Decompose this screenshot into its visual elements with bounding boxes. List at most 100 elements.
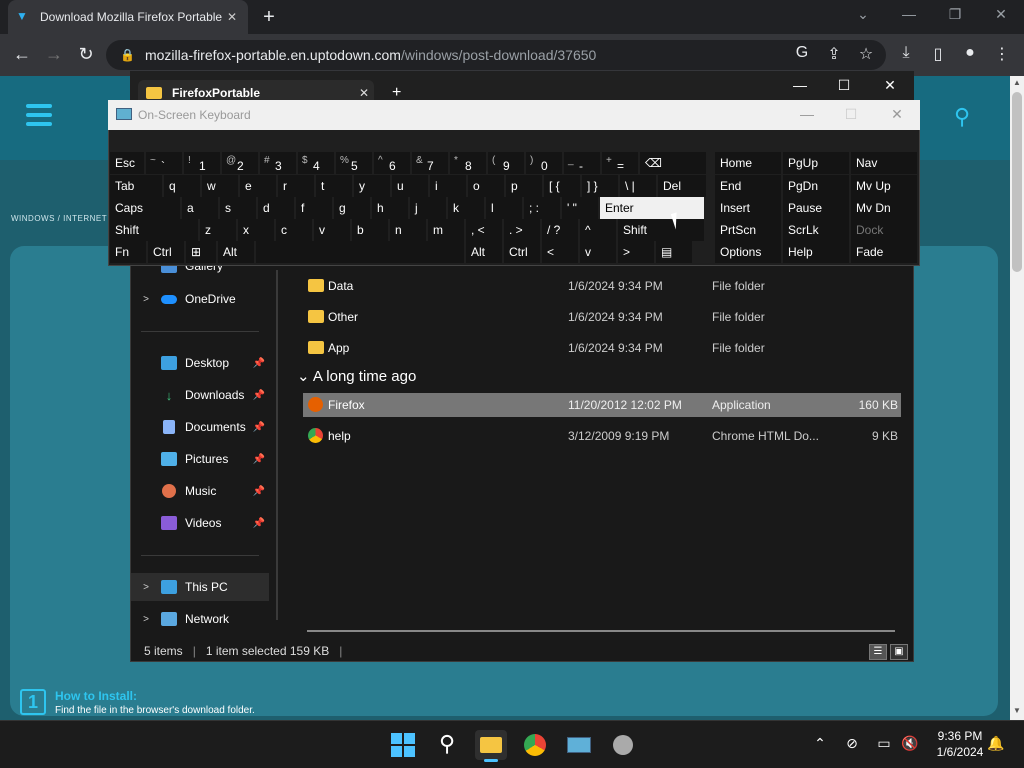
osk-key-nav-3-1[interactable]: ScrLk bbox=[783, 219, 849, 241]
nav-item-onedrive[interactable]: > OneDrive bbox=[131, 285, 269, 313]
pin-icon[interactable]: 📌 bbox=[249, 454, 269, 465]
chrome-taskbar-icon[interactable] bbox=[519, 730, 551, 760]
osk-key-row2-10[interactable]: p bbox=[506, 175, 542, 197]
osk-key-row3-1[interactable]: a bbox=[182, 197, 218, 219]
tiles-view-icon[interactable]: ▣ bbox=[890, 644, 908, 660]
osk-key-nav-4-2[interactable]: Fade bbox=[851, 241, 917, 263]
close-tab-icon[interactable]: ✕ bbox=[224, 10, 240, 24]
osk-key-row4-1[interactable]: z bbox=[200, 219, 236, 241]
osk-key-row1-10[interactable]: (9 bbox=[488, 152, 524, 174]
osk-key-row5-1[interactable]: Ctrl bbox=[148, 241, 184, 263]
osk-key-row5-4[interactable] bbox=[256, 241, 464, 263]
osk-key-row5-2[interactable]: ⊞ bbox=[186, 241, 216, 263]
close-window-button[interactable]: ✕ bbox=[986, 6, 1016, 23]
osk-key-row4-10[interactable]: / ? bbox=[542, 219, 578, 241]
forward-button[interactable]: → bbox=[42, 44, 66, 65]
osk-key-row4-4[interactable]: v bbox=[314, 219, 350, 241]
osk-key-row2-2[interactable]: w bbox=[202, 175, 238, 197]
osk-key-row3-9[interactable]: l bbox=[486, 197, 522, 219]
osk-key-row2-5[interactable]: t bbox=[316, 175, 352, 197]
explorer-minimize-button[interactable]: — bbox=[780, 77, 820, 93]
osk-key-row4-7[interactable]: m bbox=[428, 219, 464, 241]
osk-key-row2-9[interactable]: o bbox=[468, 175, 504, 197]
osk-key-nav-3-2[interactable]: Dock bbox=[851, 219, 917, 241]
file-row-help[interactable]: help 3/12/2009 9:19 PM Chrome HTML Do...… bbox=[303, 424, 901, 448]
share-icon[interactable]: ⇪ bbox=[822, 44, 846, 64]
explorer-maximize-button[interactable]: ☐ bbox=[824, 77, 864, 94]
file-explorer-taskbar-icon[interactable] bbox=[475, 730, 507, 762]
osk-key-row2-4[interactable]: r bbox=[278, 175, 314, 197]
show-hidden-icons-icon[interactable]: ⌃ bbox=[810, 735, 830, 752]
start-button[interactable] bbox=[387, 730, 419, 760]
close-explorer-tab-icon[interactable]: ✕ bbox=[354, 86, 374, 100]
osk-key-row5-5[interactable]: Alt bbox=[466, 241, 502, 263]
osk-key-row5-8[interactable]: v bbox=[580, 241, 616, 263]
osk-key-nav-3-0[interactable]: PrtScn bbox=[715, 219, 781, 241]
osk-key-row4-11[interactable]: ^ bbox=[580, 219, 616, 241]
downloads-icon[interactable]: ⤓ bbox=[894, 44, 918, 62]
osk-key-row4-12[interactable]: Shift bbox=[618, 219, 704, 241]
osk-key-row2-0[interactable]: Tab bbox=[110, 175, 162, 197]
nav-item-pictures[interactable]: Pictures 📌 bbox=[131, 445, 269, 473]
osk-key-row2-12[interactable]: ] } bbox=[582, 175, 618, 197]
profile-icon[interactable]: ● bbox=[958, 44, 982, 62]
osk-maximize-button[interactable]: ☐ bbox=[836, 106, 866, 123]
osk-key-row3-11[interactable]: ' " bbox=[562, 197, 598, 219]
back-button[interactable]: ← bbox=[10, 44, 34, 65]
osk-key-row1-0[interactable]: Esc bbox=[110, 152, 144, 174]
osk-key-row5-9[interactable]: > bbox=[618, 241, 654, 263]
horizontal-scrollbar[interactable] bbox=[307, 630, 895, 632]
osk-key-row1-2[interactable]: ! 1 bbox=[184, 152, 220, 174]
nav-item-network[interactable]: > Network bbox=[131, 605, 269, 633]
tab-search-icon[interactable]: ⌄ bbox=[848, 6, 878, 23]
osk-key-nav-2-1[interactable]: Pause bbox=[783, 197, 849, 219]
osk-key-row4-6[interactable]: n bbox=[390, 219, 426, 241]
osk-key-row4-0[interactable]: Shift bbox=[110, 219, 198, 241]
file-row-data[interactable]: Data 1/6/2024 9:34 PM File folder bbox=[303, 274, 901, 298]
browser-tab[interactable]: ▼ Download Mozilla Firefox Portable ✕ bbox=[8, 0, 248, 34]
site-search-icon[interactable]: ⚲ bbox=[954, 104, 970, 130]
nav-item-desktop[interactable]: Desktop 📌 bbox=[131, 349, 269, 377]
breadcrumb[interactable]: WINDOWS / INTERNET bbox=[11, 214, 107, 223]
osk-key-nav-1-0[interactable]: End bbox=[715, 175, 781, 197]
clock-date[interactable]: 1/6/2024 bbox=[932, 745, 988, 759]
osk-key-row2-1[interactable]: q bbox=[164, 175, 200, 197]
pin-icon[interactable]: 📌 bbox=[249, 422, 269, 433]
osk-key-row5-10[interactable]: ▤ bbox=[656, 241, 692, 263]
osk-key-row5-6[interactable]: Ctrl bbox=[504, 241, 540, 263]
osk-key-nav-2-0[interactable]: Insert bbox=[715, 197, 781, 219]
osk-key-row2-6[interactable]: y bbox=[354, 175, 390, 197]
osk-key-row2-7[interactable]: u bbox=[392, 175, 428, 197]
nav-item-music[interactable]: Music 📌 bbox=[131, 477, 269, 505]
osk-key-row2-11[interactable]: [ { bbox=[544, 175, 580, 197]
pin-icon[interactable]: 📌 bbox=[249, 358, 269, 369]
group-header[interactable]: ⌄ A long time ago bbox=[297, 367, 416, 385]
bookmark-star-icon[interactable]: ☆ bbox=[854, 44, 878, 64]
page-scrollbar-thumb[interactable] bbox=[1012, 92, 1022, 272]
reload-button[interactable]: ↻ bbox=[74, 44, 98, 65]
pin-icon[interactable]: 📌 bbox=[249, 518, 269, 529]
osk-key-row4-5[interactable]: b bbox=[352, 219, 388, 241]
file-row-other[interactable]: Other 1/6/2024 9:34 PM File folder bbox=[303, 305, 901, 329]
osk-key-row5-7[interactable]: < bbox=[542, 241, 578, 263]
osk-key-row1-3[interactable]: @2 bbox=[222, 152, 258, 174]
osk-key-nav-1-1[interactable]: PgDn bbox=[783, 175, 849, 197]
google-icon[interactable]: G bbox=[790, 44, 814, 62]
osk-key-row2-14[interactable]: Del bbox=[658, 175, 706, 197]
notifications-bell-icon[interactable]: 🔔 bbox=[986, 735, 1006, 752]
expand-chevron-icon[interactable]: > bbox=[131, 294, 161, 305]
new-tab-button[interactable]: + bbox=[258, 6, 280, 29]
osk-key-row4-2[interactable]: x bbox=[238, 219, 274, 241]
expand-chevron-icon[interactable]: > bbox=[131, 614, 161, 625]
file-row-firefox[interactable]: Firefox 11/20/2012 12:02 PM Application … bbox=[303, 393, 901, 417]
osk-key-row3-2[interactable]: s bbox=[220, 197, 256, 219]
expand-chevron-icon[interactable]: > bbox=[131, 582, 161, 593]
osk-key-row4-3[interactable]: c bbox=[276, 219, 312, 241]
osk-key-row3-0[interactable]: Caps bbox=[110, 197, 180, 219]
pin-icon[interactable]: 📌 bbox=[249, 390, 269, 401]
nav-item-downloads[interactable]: ↓ Downloads 📌 bbox=[131, 381, 269, 409]
search-icon[interactable]: ⚲ bbox=[431, 730, 463, 760]
osk-key-row3-5[interactable]: g bbox=[334, 197, 370, 219]
nav-item-this-pc[interactable]: > This PC bbox=[131, 573, 269, 601]
osk-key-row5-0[interactable]: Fn bbox=[110, 241, 146, 263]
